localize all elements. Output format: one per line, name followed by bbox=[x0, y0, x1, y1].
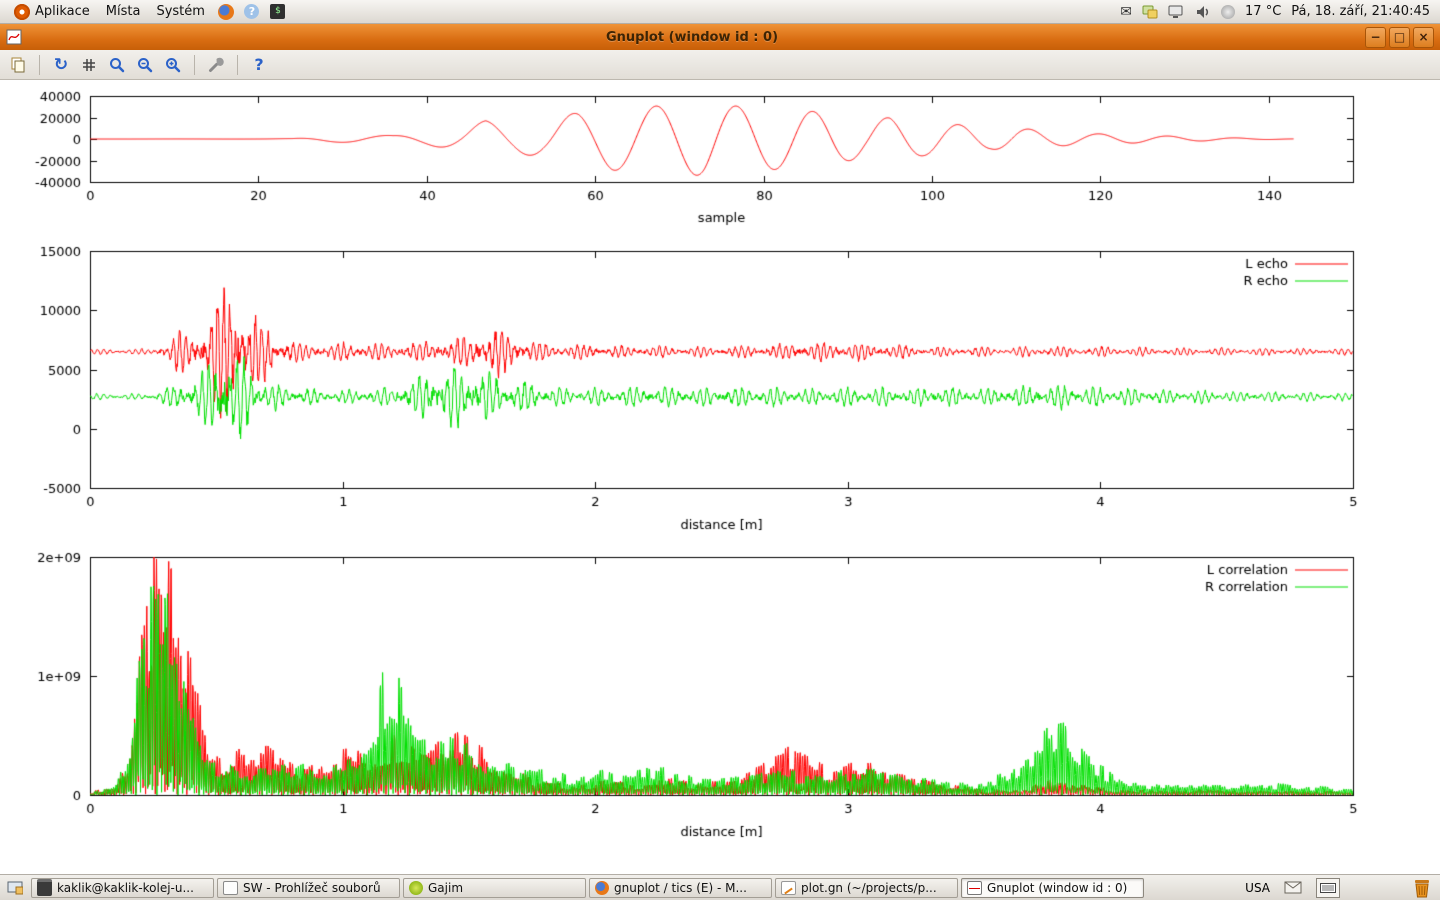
text-editor-icon bbox=[781, 881, 796, 895]
grid-icon bbox=[80, 56, 98, 74]
toolbar-separator bbox=[237, 55, 238, 75]
help-question-icon: ? bbox=[254, 55, 263, 74]
taskbar-item-label: plot.gn (~/projects/p... bbox=[801, 881, 937, 895]
configure-button[interactable] bbox=[204, 53, 228, 77]
magnifier-icon bbox=[108, 56, 126, 74]
taskbar: kaklik@kaklik-kolej-u... SW - Prohlížeč … bbox=[0, 874, 1440, 900]
taskbar-item-browser[interactable]: gnuplot / tics (E) - M... bbox=[589, 878, 772, 898]
taskbar-item-label: kaklik@kaklik-kolej-u... bbox=[57, 881, 194, 895]
keyboard-indicator[interactable] bbox=[1316, 878, 1340, 898]
file-manager-icon bbox=[223, 881, 238, 895]
window-title: Gnuplot (window id : 0) bbox=[22, 30, 1362, 45]
firefox-launcher[interactable] bbox=[217, 3, 235, 21]
menu-system[interactable]: Systém bbox=[148, 0, 212, 24]
magnifier-minus-icon bbox=[136, 56, 154, 74]
close-icon: × bbox=[1418, 31, 1428, 43]
copy-to-clipboard-button[interactable] bbox=[6, 53, 30, 77]
toggle-grid-button[interactable] bbox=[77, 53, 101, 77]
maximize-button[interactable]: □ bbox=[1389, 27, 1410, 48]
temperature-label[interactable]: 17 °C bbox=[1245, 4, 1281, 19]
menu-places-label: Místa bbox=[106, 4, 141, 19]
menu-system-label: Systém bbox=[156, 4, 204, 19]
maximize-icon: □ bbox=[1394, 31, 1405, 43]
taskbar-item-label: gnuplot / tics (E) - M... bbox=[614, 881, 747, 895]
desktop: Aplikace Místa Systém ? $ ✉ bbox=[0, 0, 1440, 900]
taskbar-item-label: Gnuplot (window id : 0) bbox=[987, 881, 1127, 895]
menu-applications-label: Aplikace bbox=[35, 4, 90, 19]
taskbar-item-gnuplot[interactable]: Gnuplot (window id : 0) bbox=[961, 878, 1144, 898]
display-icon[interactable] bbox=[1168, 5, 1185, 19]
firefox-icon bbox=[218, 4, 234, 20]
show-desktop-icon bbox=[7, 881, 23, 895]
wrench-icon bbox=[207, 56, 225, 74]
plot-area bbox=[0, 80, 1440, 874]
magnifier-plus-icon bbox=[164, 56, 182, 74]
zoom-next-button[interactable] bbox=[161, 53, 185, 77]
replot-button[interactable]: ↻ bbox=[49, 53, 73, 77]
menu-places[interactable]: Místa bbox=[98, 0, 149, 24]
toolbar-separator bbox=[39, 55, 40, 75]
taskbar-item-label: Gajim bbox=[428, 881, 463, 895]
terminal-launcher[interactable]: $ bbox=[269, 3, 287, 21]
mail-notification-icon[interactable]: ✉ bbox=[1120, 4, 1132, 20]
minimize-button[interactable]: − bbox=[1365, 27, 1386, 48]
plot-2-canvas[interactable] bbox=[0, 236, 1440, 544]
terminal-icon bbox=[37, 879, 52, 896]
taskbar-item-gajim[interactable]: Gajim bbox=[403, 878, 586, 898]
terminal-icon: $ bbox=[270, 4, 285, 19]
taskbar-item-terminal[interactable]: kaklik@kaklik-kolej-u... bbox=[31, 878, 214, 898]
top-panel: Aplikace Místa Systém ? $ ✉ bbox=[0, 0, 1440, 24]
firefox-icon bbox=[595, 881, 609, 895]
help-icon: ? bbox=[244, 4, 259, 19]
gnuplot-window-icon bbox=[6, 29, 22, 45]
taskbar-status-area: USA bbox=[1245, 877, 1436, 899]
gnuplot-icon bbox=[967, 881, 982, 895]
keyboard-icon bbox=[1320, 883, 1336, 893]
taskbar-item-editor[interactable]: plot.gn (~/projects/p... bbox=[775, 878, 958, 898]
taskbar-item-file-browser[interactable]: SW - Prohlížeč souborů bbox=[217, 878, 400, 898]
gajim-icon bbox=[409, 881, 423, 895]
copy-icon bbox=[9, 56, 27, 74]
trash-icon[interactable] bbox=[1412, 877, 1432, 899]
keyboard-layout-indicator[interactable]: USA bbox=[1245, 881, 1270, 895]
volume-icon[interactable] bbox=[1195, 4, 1211, 20]
plot-3-canvas[interactable] bbox=[0, 544, 1440, 850]
weather-icon[interactable] bbox=[1221, 5, 1235, 19]
zoom-previous-button[interactable] bbox=[133, 53, 157, 77]
help-launcher[interactable]: ? bbox=[243, 3, 261, 21]
panel-status-area: ✉ 17 °C Pá, 18. září, 21:40:45 bbox=[1120, 4, 1434, 20]
clock-label[interactable]: Pá, 18. září, 21:40:45 bbox=[1291, 4, 1430, 19]
taskbar-item-label: SW - Prohlížeč souborů bbox=[243, 881, 381, 895]
zoom-button[interactable] bbox=[105, 53, 129, 77]
replot-icon: ↻ bbox=[54, 55, 68, 75]
menu-applications[interactable]: Aplikace bbox=[6, 0, 98, 24]
window-titlebar[interactable]: Gnuplot (window id : 0) − □ × bbox=[0, 24, 1440, 50]
toolbar-separator bbox=[194, 55, 195, 75]
show-desktop-button[interactable] bbox=[4, 878, 26, 898]
help-button[interactable]: ? bbox=[247, 53, 271, 77]
ubuntu-logo-icon bbox=[14, 4, 30, 20]
software-update-icon[interactable] bbox=[1142, 5, 1158, 19]
mail-icon[interactable] bbox=[1284, 881, 1302, 894]
window-toolbar: ↻ bbox=[0, 50, 1440, 80]
minimize-icon: − bbox=[1370, 31, 1380, 43]
close-button[interactable]: × bbox=[1413, 27, 1434, 48]
plot-1-canvas[interactable] bbox=[0, 84, 1440, 236]
